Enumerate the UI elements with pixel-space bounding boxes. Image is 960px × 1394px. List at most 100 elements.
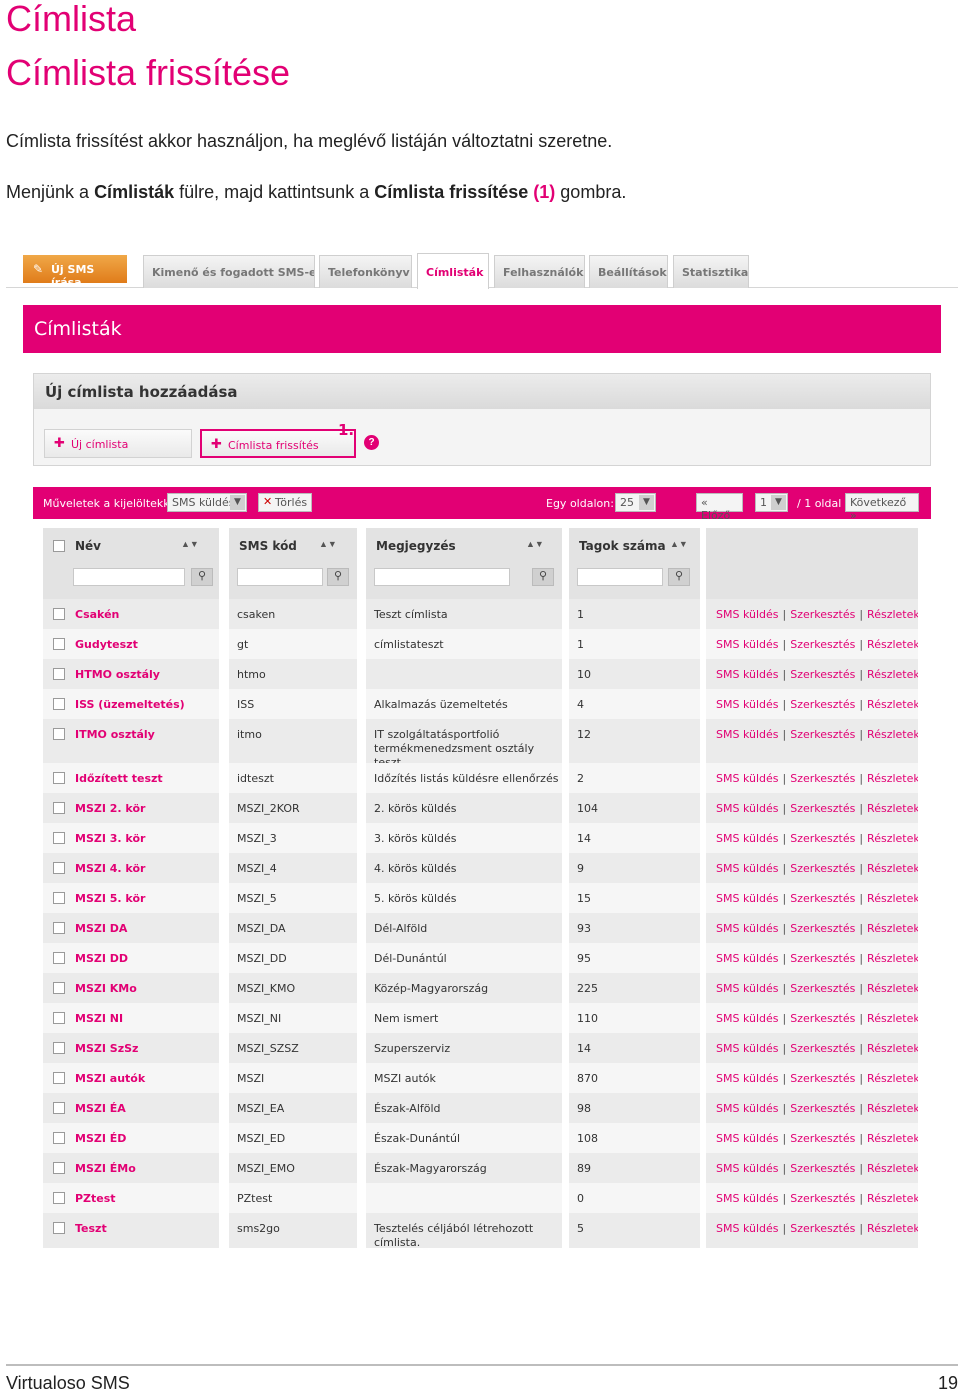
edit-link[interactable]: Szerkesztés: [790, 668, 855, 681]
send-sms-link[interactable]: SMS küldés: [716, 802, 779, 815]
details-link[interactable]: Részletek: [867, 638, 918, 651]
row-name-link[interactable]: HTMO osztály: [43, 659, 219, 689]
per-page-select[interactable]: 25 ▼: [615, 493, 656, 512]
send-sms-link[interactable]: SMS küldés: [716, 1072, 779, 1085]
new-sms-tab[interactable]: ✎ Új SMS írása: [23, 255, 127, 289]
tab-phonebook[interactable]: Telefonkönyv: [319, 255, 412, 288]
row-name-link[interactable]: MSZI autók: [43, 1063, 219, 1093]
name-filter-input[interactable]: [73, 568, 185, 586]
edit-link[interactable]: Szerkesztés: [790, 892, 855, 905]
row-checkbox[interactable]: [53, 698, 65, 710]
row-name-link[interactable]: ITMO osztály: [43, 719, 219, 763]
row-name-link[interactable]: MSZI 4. kör: [43, 853, 219, 883]
edit-link[interactable]: Szerkesztés: [790, 698, 855, 711]
help-icon[interactable]: ?: [364, 435, 379, 450]
send-sms-link[interactable]: SMS küldés: [716, 832, 779, 845]
edit-link[interactable]: Szerkesztés: [790, 1222, 855, 1235]
row-name-link[interactable]: MSZI ÉMo: [43, 1153, 219, 1183]
row-name-link[interactable]: Csakén: [43, 599, 219, 629]
edit-link[interactable]: Szerkesztés: [790, 1072, 855, 1085]
count-filter-input[interactable]: [577, 568, 663, 586]
edit-link[interactable]: Szerkesztés: [790, 772, 855, 785]
send-sms-link[interactable]: SMS küldés: [716, 862, 779, 875]
row-name-link[interactable]: MSZI DD: [43, 943, 219, 973]
details-link[interactable]: Részletek: [867, 1042, 918, 1055]
row-checkbox[interactable]: [53, 1222, 65, 1234]
details-link[interactable]: Részletek: [867, 1192, 918, 1205]
send-sms-link[interactable]: SMS küldés: [716, 1012, 779, 1025]
new-list-button[interactable]: ✚ Új címlista: [44, 429, 192, 458]
send-sms-link[interactable]: SMS küldés: [716, 1102, 779, 1115]
edit-link[interactable]: Szerkesztés: [790, 952, 855, 965]
send-sms-link[interactable]: SMS küldés: [716, 1132, 779, 1145]
row-checkbox[interactable]: [53, 802, 65, 814]
send-sms-link[interactable]: SMS küldés: [716, 982, 779, 995]
edit-link[interactable]: Szerkesztés: [790, 1192, 855, 1205]
row-name-link[interactable]: MSZI DA: [43, 913, 219, 943]
row-checkbox[interactable]: [53, 728, 65, 740]
send-sms-link[interactable]: SMS küldés: [716, 892, 779, 905]
row-checkbox[interactable]: [53, 922, 65, 934]
next-page-button[interactable]: Következő »: [845, 493, 919, 522]
details-link[interactable]: Részletek: [867, 1132, 918, 1145]
row-name-link[interactable]: ISS (üzemeltetés): [43, 689, 219, 719]
tab-messages[interactable]: Kimenő és fogadott SMS-ek: [143, 255, 315, 288]
row-checkbox[interactable]: [53, 638, 65, 650]
details-link[interactable]: Részletek: [867, 728, 918, 741]
row-name-link[interactable]: MSZI ÉA: [43, 1093, 219, 1123]
delete-button[interactable]: ✕ Törlés: [258, 493, 312, 512]
row-checkbox[interactable]: [53, 1162, 65, 1174]
row-name-link[interactable]: MSZI SzSz: [43, 1033, 219, 1063]
action-select[interactable]: SMS küldés ▼: [167, 493, 247, 512]
edit-link[interactable]: Szerkesztés: [790, 1132, 855, 1145]
details-link[interactable]: Részletek: [867, 698, 918, 711]
prev-page-button[interactable]: « Előző: [696, 493, 743, 522]
row-checkbox[interactable]: [53, 982, 65, 994]
row-checkbox[interactable]: [53, 1132, 65, 1144]
send-sms-link[interactable]: SMS küldés: [716, 922, 779, 935]
row-checkbox[interactable]: [53, 862, 65, 874]
edit-link[interactable]: Szerkesztés: [790, 832, 855, 845]
send-sms-link[interactable]: SMS küldés: [716, 728, 779, 741]
edit-link[interactable]: Szerkesztés: [790, 1042, 855, 1055]
refresh-list-button[interactable]: ✚ Címlista frissítés: [200, 429, 356, 458]
row-checkbox[interactable]: [53, 832, 65, 844]
details-link[interactable]: Részletek: [867, 1072, 918, 1085]
details-link[interactable]: Részletek: [867, 922, 918, 935]
send-sms-link[interactable]: SMS küldés: [716, 668, 779, 681]
edit-link[interactable]: Szerkesztés: [790, 802, 855, 815]
row-name-link[interactable]: Teszt: [43, 1213, 219, 1248]
tab-statistics[interactable]: Statisztika: [673, 255, 749, 288]
edit-link[interactable]: Szerkesztés: [790, 1102, 855, 1115]
details-link[interactable]: Részletek: [867, 802, 918, 815]
tab-address-lists[interactable]: Címlisták: [417, 253, 489, 289]
tab-users[interactable]: Felhasználók: [494, 255, 585, 288]
row-name-link[interactable]: Időzített teszt: [43, 763, 219, 793]
send-sms-link[interactable]: SMS küldés: [716, 772, 779, 785]
details-link[interactable]: Részletek: [867, 862, 918, 875]
sort-icon[interactable]: ▲▼: [670, 539, 688, 549]
row-checkbox[interactable]: [53, 1012, 65, 1024]
row-checkbox[interactable]: [53, 1192, 65, 1204]
page-select[interactable]: 1 ▼: [755, 493, 788, 512]
sort-icon[interactable]: ▲▼: [319, 539, 337, 549]
edit-link[interactable]: Szerkesztés: [790, 862, 855, 875]
row-name-link[interactable]: Gudyteszt: [43, 629, 219, 659]
row-checkbox[interactable]: [53, 772, 65, 784]
search-icon[interactable]: ⚲: [327, 568, 349, 586]
send-sms-link[interactable]: SMS küldés: [716, 1192, 779, 1205]
edit-link[interactable]: Szerkesztés: [790, 638, 855, 651]
select-all-checkbox[interactable]: [53, 540, 65, 552]
row-checkbox[interactable]: [53, 1072, 65, 1084]
edit-link[interactable]: Szerkesztés: [790, 922, 855, 935]
row-checkbox[interactable]: [53, 892, 65, 904]
send-sms-link[interactable]: SMS küldés: [716, 1162, 779, 1175]
row-name-link[interactable]: MSZI ÉD: [43, 1123, 219, 1153]
send-sms-link[interactable]: SMS küldés: [716, 608, 779, 621]
row-checkbox[interactable]: [53, 1102, 65, 1114]
edit-link[interactable]: Szerkesztés: [790, 1012, 855, 1025]
send-sms-link[interactable]: SMS küldés: [716, 1042, 779, 1055]
send-sms-link[interactable]: SMS küldés: [716, 638, 779, 651]
row-name-link[interactable]: PZtest: [43, 1183, 219, 1213]
row-checkbox[interactable]: [53, 1042, 65, 1054]
